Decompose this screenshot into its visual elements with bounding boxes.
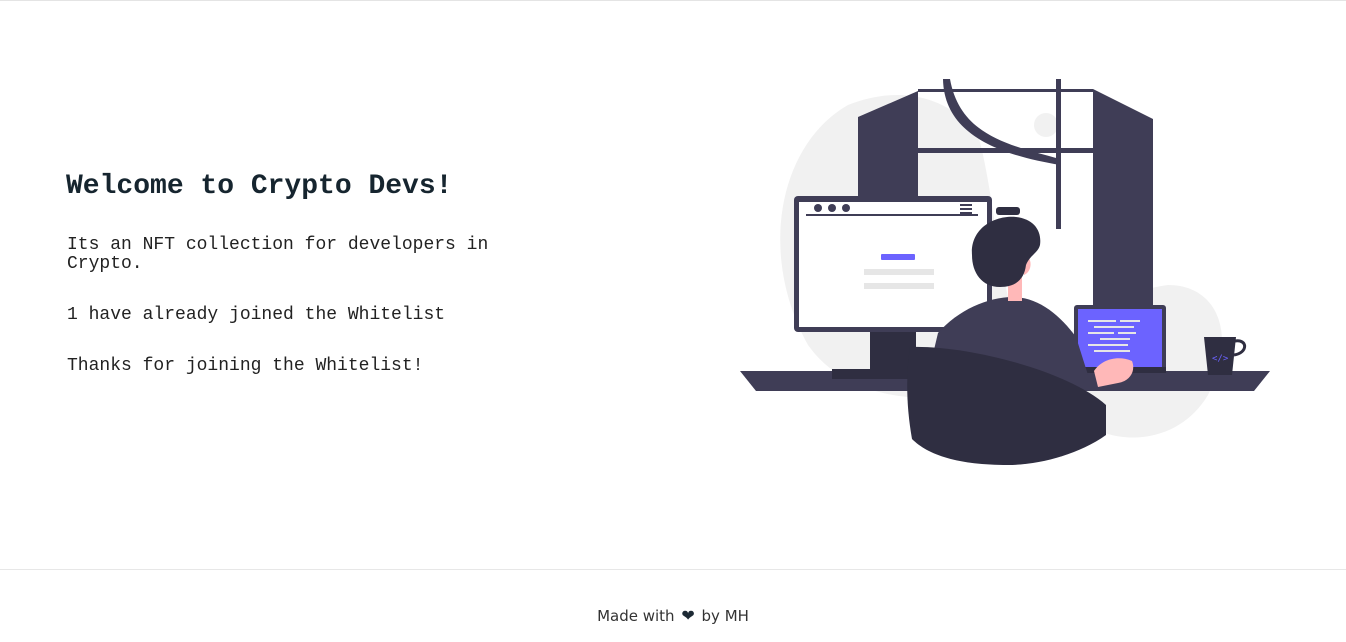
mug-code-icon: </> xyxy=(1212,354,1229,364)
screen-accent-bar xyxy=(881,254,915,260)
screen-line-1 xyxy=(864,269,934,275)
browser-menu-line-3 xyxy=(960,212,972,214)
browser-menu-line-1 xyxy=(960,204,972,206)
main-section: Welcome to Crypto Devs! Its an NFT colle… xyxy=(0,1,1346,569)
page-title: Welcome to Crypto Devs! xyxy=(66,171,453,202)
heart-icon: ❤ xyxy=(681,606,695,625)
whitelist-count-text: 1 have already joined the Whitelist xyxy=(67,305,446,325)
window-mullion-vertical xyxy=(1056,79,1061,229)
footer: Made with ❤ by MH xyxy=(0,569,1346,642)
footer-credit: Made with ❤ by MH xyxy=(0,606,1346,625)
intro-block: Welcome to Crypto Devs! Its an NFT colle… xyxy=(66,171,536,376)
background-dot xyxy=(1034,113,1058,137)
whitelist-status-text: Thanks for joining the Whitelist! xyxy=(67,356,424,376)
window-mullion-horizontal xyxy=(918,148,1093,153)
browser-dot-2 xyxy=(828,204,836,212)
footer-made-with: Made with xyxy=(597,607,675,625)
screen-line-2 xyxy=(864,283,934,289)
monitor-screen xyxy=(799,202,987,327)
mug-handle xyxy=(1233,339,1247,357)
window-frame-top xyxy=(918,89,1093,92)
browser-dot-1 xyxy=(814,204,822,212)
person-hair-tuft xyxy=(996,207,1020,215)
browser-menu-line-2 xyxy=(960,208,972,210)
developer-illustration: </> xyxy=(740,79,1270,465)
footer-author: by MH xyxy=(701,607,749,625)
description-text: Its an NFT collection for developers in … xyxy=(67,235,489,274)
browser-dot-3 xyxy=(842,204,850,212)
